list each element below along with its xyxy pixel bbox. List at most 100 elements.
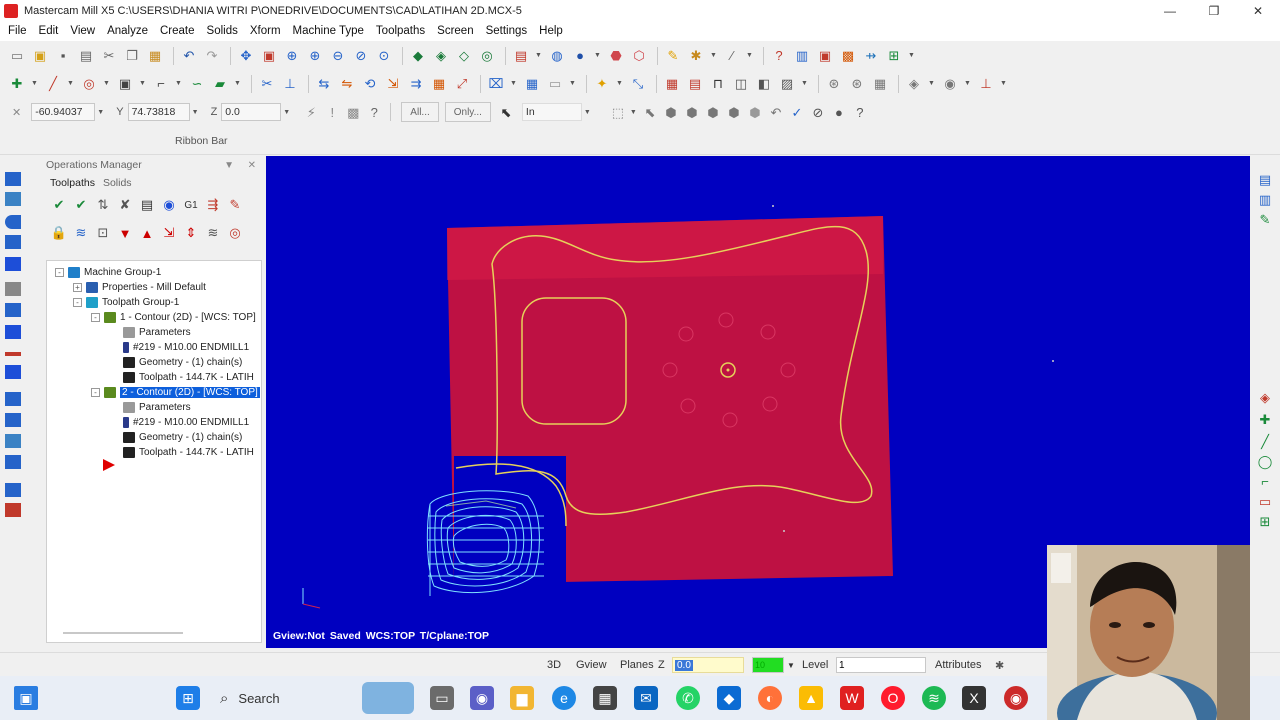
high-speed-icon[interactable]: ⇶ — [204, 196, 222, 214]
lock-operations-icon[interactable]: 🔒 — [50, 224, 68, 242]
level-button[interactable]: Level — [802, 657, 828, 673]
point-style-icon[interactable]: ✱ — [687, 47, 705, 65]
solid-select-icon[interactable]: ⬢ — [662, 103, 680, 121]
tab-toolpaths[interactable]: Toolpaths — [46, 175, 99, 191]
chevron-down-icon[interactable]: ▼ — [510, 80, 517, 87]
recording-app-icon[interactable]: ◉ — [1004, 686, 1028, 710]
window-select-icon[interactable]: ⬚ — [609, 103, 627, 121]
wps-office-icon[interactable]: W — [840, 686, 864, 710]
cplane-icon[interactable]: ▥ — [1256, 190, 1274, 208]
planes-button[interactable]: Planes — [620, 657, 654, 673]
regenerate-dirty-icon[interactable]: ✘ — [116, 196, 134, 214]
color-icon[interactable]: ▩ — [839, 47, 857, 65]
gview-top-icon[interactable]: ▤ — [512, 47, 530, 65]
spline-icon[interactable]: ∽ — [188, 75, 206, 93]
circle-create-icon[interactable]: ◎ — [80, 75, 98, 93]
pocket-icon[interactable]: ◫ — [732, 75, 750, 93]
chevron-down-icon[interactable]: ▼ — [584, 109, 591, 116]
cut-icon[interactable]: ✂ — [100, 47, 118, 65]
face-select-icon[interactable]: ⬢ — [683, 103, 701, 121]
fast-point-icon[interactable]: ⚡ — [302, 103, 320, 121]
menu-help[interactable]: Help — [533, 25, 569, 37]
select-dirty-operations-icon[interactable]: ✔ — [72, 196, 90, 214]
autocursor-icon[interactable]: ✕ — [12, 106, 21, 119]
verify-select-icon[interactable]: ✓ — [788, 103, 806, 121]
chevron-down-icon[interactable]: ▼ — [964, 80, 971, 87]
tree-item-toolpath-2[interactable]: Toolpath - 144.7K - LATIH — [123, 445, 254, 460]
z-depth-input[interactable]: 0.0 — [672, 657, 744, 673]
new-file-icon[interactable]: ▭ — [8, 47, 26, 65]
select-all-operations-icon[interactable]: ✔ — [50, 196, 68, 214]
backplot-operations-icon[interactable]: ▤ — [138, 196, 156, 214]
edge-select-icon[interactable]: ⬢ — [704, 103, 722, 121]
zoom-target-icon[interactable]: ⊙ — [375, 47, 393, 65]
only-display-selected-icon[interactable]: ≋ — [204, 224, 222, 242]
chevron-down-icon[interactable]: ▼ — [31, 80, 38, 87]
copy-icon[interactable]: ❐ — [123, 47, 141, 65]
surface-flat-icon[interactable] — [5, 483, 21, 497]
multiaxis-icon[interactable]: ▦ — [871, 75, 889, 93]
tree-item-toolpath-1[interactable]: Toolpath - 144.7K - LATIH — [123, 370, 254, 385]
gview-button[interactable]: Gview — [576, 657, 607, 673]
redo-icon[interactable]: ↷ — [203, 47, 221, 65]
simulate-icon[interactable]: ◇ — [455, 47, 473, 65]
facing-icon[interactable]: ◧ — [755, 75, 773, 93]
solid-loft-icon[interactable] — [5, 235, 21, 249]
art-icon[interactable]: ◉ — [941, 75, 959, 93]
surface-rough-icon[interactable]: ⊛ — [825, 75, 843, 93]
xform-drag-icon[interactable]: ⤢ — [453, 75, 471, 93]
chevron-down-icon[interactable]: ▼ — [1000, 80, 1007, 87]
chevron-down-icon[interactable]: ▼ — [103, 80, 110, 87]
tree-item-geometry-2[interactable]: Geometry - (1) chain(s) — [123, 430, 242, 445]
menu-xform[interactable]: Xform — [244, 25, 287, 37]
color-swatch[interactable]: 10 — [752, 657, 784, 673]
edge-browser-icon[interactable]: e — [552, 686, 576, 710]
open-file-icon[interactable]: ▣ — [31, 47, 49, 65]
weather-widget-icon[interactable] — [362, 682, 414, 714]
zoom-in-icon[interactable]: ⊕ — [306, 47, 324, 65]
chevron-down-icon[interactable]: ▼ — [616, 80, 623, 87]
y-coordinate-input[interactable]: 74.73818 — [127, 103, 190, 121]
backplot-icon[interactable]: ◈ — [432, 47, 450, 65]
restore-button[interactable]: ❐ — [1192, 0, 1236, 21]
menu-view[interactable]: View — [64, 25, 101, 37]
fillet-icon[interactable]: ⌐ — [152, 75, 170, 93]
outlook-icon[interactable]: ✉ — [634, 686, 658, 710]
menu-solids[interactable]: Solids — [201, 25, 244, 37]
scroll-to-insert-icon[interactable]: ⇕ — [182, 224, 200, 242]
pointer-icon[interactable]: ⬉ — [497, 103, 515, 121]
solid-fillet-icon[interactable] — [5, 257, 21, 271]
grid-icon[interactable]: ▦ — [523, 75, 541, 93]
rectangle-create-icon[interactable]: ▣ — [116, 75, 134, 93]
menu-machine-type[interactable]: Machine Type — [287, 25, 370, 37]
lock-icon[interactable]: ! — [323, 103, 341, 121]
mastercam-taskbar-icon[interactable]: X — [962, 686, 986, 710]
file-explorer-icon[interactable]: ▆ — [510, 686, 534, 710]
tplane-icon[interactable]: ✎ — [1256, 210, 1274, 228]
chevron-down-icon[interactable]: ▼ — [928, 80, 935, 87]
windows-start-icon[interactable]: ⊞ — [176, 686, 200, 710]
zoom-window-icon[interactable]: ⊕ — [283, 47, 301, 65]
solid-boolean-icon[interactable] — [5, 352, 21, 356]
regen-icon[interactable]: ◎ — [478, 47, 496, 65]
xform-scale-icon[interactable]: ⇲ — [384, 75, 402, 93]
opera-icon[interactable]: O — [881, 686, 905, 710]
globe-view-icon[interactable]: ◍ — [548, 47, 566, 65]
point-style-icon[interactable]: ✱ — [995, 657, 1004, 673]
pencil-icon[interactable]: ✎ — [664, 47, 682, 65]
create-line-icon[interactable]: ╱ — [1256, 432, 1274, 450]
post-icon[interactable]: ⊥ — [977, 75, 995, 93]
3d-mode-button[interactable]: 3D — [547, 657, 561, 673]
dropbox-icon[interactable]: ◆ — [717, 686, 741, 710]
collapse-icon[interactable]: - — [73, 298, 82, 307]
teams-icon[interactable]: ◉ — [470, 686, 494, 710]
menu-analyze[interactable]: Analyze — [101, 25, 154, 37]
expand-icon[interactable]: + — [73, 283, 82, 292]
chevron-down-icon[interactable]: ▼ — [594, 52, 601, 59]
solid-chamfer-icon[interactable] — [5, 282, 21, 296]
tab-solids[interactable]: Solids — [99, 175, 136, 191]
tree-item-operation-2[interactable]: - 2 - Contour (2D) - [WCS: TOP] — [91, 385, 260, 400]
calculator-icon[interactable]: ▦ — [593, 686, 617, 710]
solid-draft-icon[interactable] — [5, 365, 21, 379]
insert-arrow-marker-icon[interactable] — [103, 459, 115, 471]
